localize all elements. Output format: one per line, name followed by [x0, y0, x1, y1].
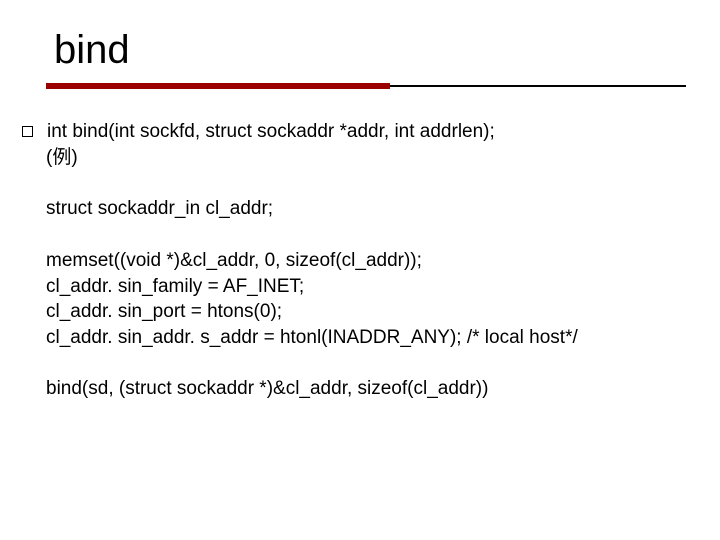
- slide-title: bind: [46, 28, 698, 79]
- bullet-row: int bind(int sockfd, struct sockaddr *ad…: [46, 119, 698, 145]
- code-line-sinfamily: cl_addr. sin_family = AF_INET;: [46, 274, 698, 300]
- slide-body: int bind(int sockfd, struct sockaddr *ad…: [46, 119, 698, 402]
- bullet-paragraph: int bind(int sockfd, struct sockaddr *ad…: [46, 119, 698, 170]
- code-paragraph-2: memset((void *)&cl_addr, 0, sizeof(cl_ad…: [46, 248, 698, 351]
- code-paragraph-3: bind(sd, (struct sockaddr *)&cl_addr, si…: [46, 376, 698, 402]
- code-paragraph-1: struct sockaddr_in cl_addr;: [46, 196, 698, 222]
- code-line-bindcall: bind(sd, (struct sockaddr *)&cl_addr, si…: [46, 376, 698, 402]
- title-block: bind: [46, 28, 698, 89]
- slide: bind int bind(int sockfd, struct sockadd…: [0, 0, 720, 540]
- bullet-line-1: int bind(int sockfd, struct sockaddr *ad…: [47, 119, 495, 145]
- code-line-struct: struct sockaddr_in cl_addr;: [46, 196, 698, 222]
- bullet-line-2: (例): [46, 145, 698, 171]
- code-line-sinport: cl_addr. sin_port = htons(0);: [46, 299, 698, 325]
- square-bullet-icon: [22, 126, 33, 137]
- title-underline-thick: [46, 83, 390, 89]
- code-line-sinaddr: cl_addr. sin_addr. s_addr = htonl(INADDR…: [46, 325, 698, 351]
- title-underline: [46, 83, 698, 89]
- code-line-memset: memset((void *)&cl_addr, 0, sizeof(cl_ad…: [46, 248, 698, 274]
